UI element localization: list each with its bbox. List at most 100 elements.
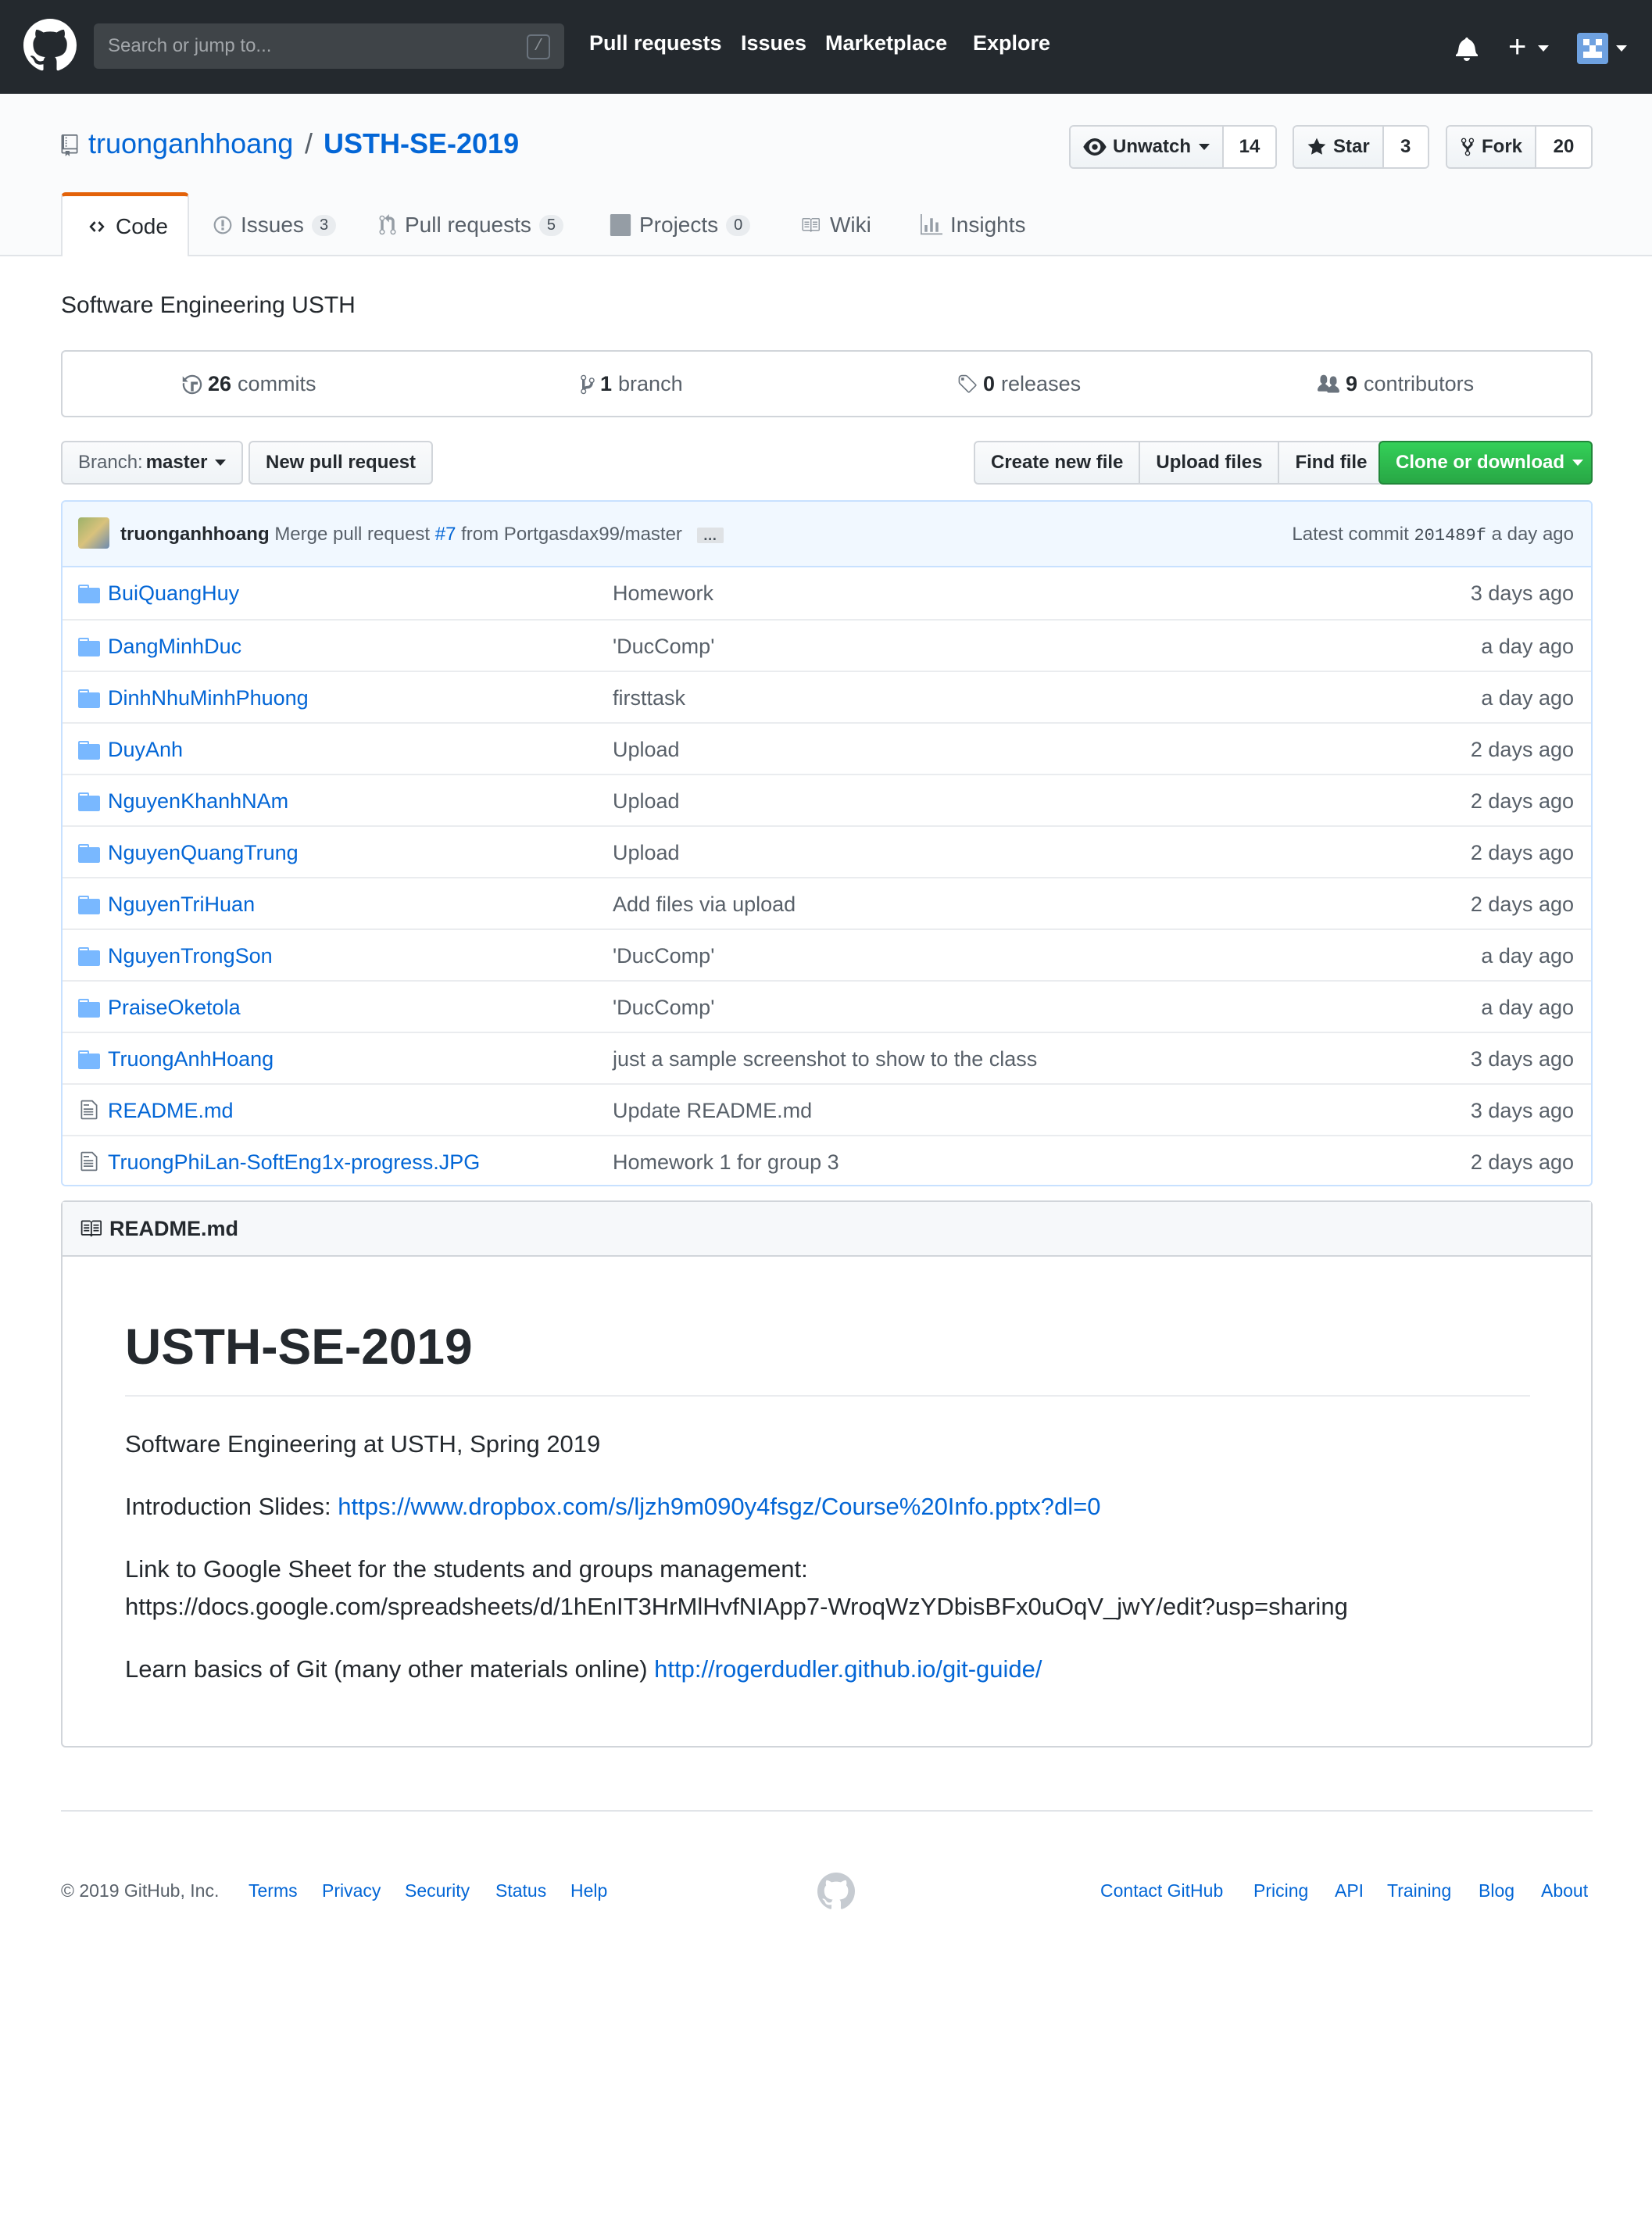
file-commit-message[interactable]: Upload [613, 841, 680, 865]
tab-issues[interactable]: Issues 3 [213, 194, 337, 256]
tab-code[interactable]: Code [61, 192, 189, 256]
commit-expand-button[interactable]: … [696, 527, 724, 543]
file-commit-message[interactable]: just a sample screenshot to show to the … [613, 1047, 1037, 1071]
file-commit-message[interactable]: 'DucComp' [613, 635, 714, 659]
file-commit-message[interactable]: Homework [613, 581, 713, 606]
file-name-link[interactable]: PraiseOketola [108, 996, 241, 1020]
file-name-link[interactable]: NguyenTrongSon [108, 944, 273, 968]
file-name-link[interactable]: NguyenQuangTrung [108, 841, 299, 865]
file-commit-message[interactable]: 'DucComp' [613, 996, 714, 1020]
commit-age: a day ago [1491, 524, 1574, 545]
branch-select-button[interactable]: Branch: master [61, 441, 244, 485]
readme-git-text: Learn basics of Git (many other material… [125, 1655, 648, 1683]
commit-pr-link[interactable]: #7 [435, 524, 456, 545]
file-commit-message[interactable]: Upload [613, 789, 680, 814]
file-commit-message[interactable]: Add files via upload [613, 893, 796, 917]
tab-projects[interactable]: Projects 0 [610, 194, 751, 256]
footer-link-training[interactable]: Training [1387, 1880, 1451, 1901]
footer-link-contact[interactable]: Contact GitHub [1100, 1880, 1223, 1901]
file-name-link[interactable]: NguyenKhanhNAm [108, 789, 288, 814]
branch-summary-link[interactable]: 1 branch [580, 372, 683, 396]
file-commit-message[interactable]: firsttask [613, 686, 685, 710]
file-age: 2 days ago [1470, 1150, 1574, 1174]
file-name-link[interactable]: DinhNhuMinhPhuong [108, 686, 309, 710]
upload-files-button[interactable]: Upload files [1140, 442, 1280, 483]
readme-sheet-link[interactable]: https://docs.google.com/spreadsheets/d/1… [125, 1593, 1348, 1621]
footer-link-about[interactable]: About [1541, 1880, 1588, 1901]
create-new-plus-icon[interactable]: + [1508, 31, 1526, 63]
file-row: TruongAnhHoang just a sample screenshot t… [63, 1032, 1591, 1083]
star-count[interactable]: 3 [1383, 127, 1428, 167]
file-commit-message[interactable]: 'DucComp' [613, 944, 714, 968]
contributors-summary-link[interactable]: 9 contributors [1316, 372, 1474, 396]
nav-marketplace[interactable]: Marketplace [825, 31, 947, 55]
file-name-link[interactable]: BuiQuangHuy [108, 581, 239, 606]
watch-count[interactable]: 14 [1224, 127, 1276, 167]
find-file-button[interactable]: Find file [1279, 442, 1382, 483]
notifications-bell-icon[interactable] [1455, 36, 1479, 61]
footer-link-blog[interactable]: Blog [1479, 1880, 1514, 1901]
commits-count: 26 [208, 372, 232, 395]
tab-wiki[interactable]: Wiki [799, 194, 871, 256]
file-commit-message[interactable]: Update README.md [613, 1099, 812, 1123]
footer-link-privacy[interactable]: Privacy [322, 1880, 381, 1901]
file-name-link[interactable]: DangMinhDuc [108, 635, 241, 659]
fork-button[interactable]: Fork [1447, 127, 1537, 167]
user-menu-caret-icon[interactable] [1616, 45, 1627, 52]
search-shortcut-hint: / [527, 34, 550, 59]
file-name-link[interactable]: DuyAnh [108, 738, 183, 762]
clone-or-download-button[interactable]: Clone or download [1378, 441, 1593, 485]
footer-link-terms[interactable]: Terms [249, 1880, 298, 1901]
search-box[interactable]: / [94, 23, 564, 69]
new-pull-request-button[interactable]: New pull request [249, 441, 434, 485]
folder-icon [78, 896, 100, 920]
file-row: README.md Update README.md 3 days ago [63, 1083, 1591, 1135]
tab-pull-requests-label: Pull requests [405, 213, 531, 237]
footer-link-security[interactable]: Security [405, 1880, 470, 1901]
footer-link-pricing[interactable]: Pricing [1253, 1880, 1308, 1901]
fork-count[interactable]: 20 [1536, 127, 1592, 167]
numbers-summary: 26 commits 1 branch 0 releases 9 contrib… [61, 350, 1593, 417]
commit-message-line: truonganhhoang Merge pull request #7 fro… [120, 524, 724, 546]
file-name-link[interactable]: NguyenTriHuan [108, 893, 255, 917]
tab-pull-requests[interactable]: Pull requests 5 [378, 194, 563, 256]
footer-divider [61, 1810, 1593, 1812]
create-new-caret-icon[interactable] [1538, 45, 1549, 52]
file-commit-message[interactable]: Upload [613, 738, 680, 762]
commits-summary-link[interactable]: 26 commits [181, 372, 316, 396]
nav-pull-requests[interactable]: Pull requests [589, 31, 722, 55]
file-age: a day ago [1481, 996, 1574, 1019]
footer-link-status[interactable]: Status [495, 1880, 546, 1901]
file-name-link[interactable]: TruongPhiLan-SoftEng1x-progress.JPG [108, 1150, 480, 1175]
commit-sha-link[interactable]: 201489f [1414, 526, 1486, 546]
commit-message-suffix[interactable]: from Portgasdax99/master [461, 524, 682, 545]
user-avatar[interactable] [1577, 33, 1608, 64]
global-header: / Pull requests Issues Marketplace Explo… [0, 0, 1652, 94]
footer-link-help[interactable]: Help [570, 1880, 607, 1901]
footer-link-api[interactable]: API [1335, 1880, 1364, 1901]
file-name-link[interactable]: TruongAnhHoang [108, 1047, 274, 1071]
commit-author[interactable]: truonganhhoang [120, 524, 270, 545]
commit-message-prefix[interactable]: Merge pull request [274, 524, 430, 545]
readme-git-guide-link[interactable]: http://rogerdudler.github.io/git-guide/ [654, 1655, 1042, 1683]
file-icon [80, 1150, 98, 1178]
nav-explore[interactable]: Explore [973, 31, 1050, 55]
search-input[interactable] [94, 23, 564, 69]
file-name-link[interactable]: README.md [108, 1099, 234, 1123]
commit-author-avatar[interactable] [78, 517, 109, 549]
tab-insights[interactable]: Insights [921, 194, 1026, 256]
create-new-file-button[interactable]: Create new file [975, 442, 1141, 483]
readme-header: README.md [63, 1202, 1591, 1257]
readme-slides-link[interactable]: https://www.dropbox.com/s/ljzh9m090y4fsg… [338, 1493, 1100, 1520]
star-button[interactable]: Star [1294, 127, 1384, 167]
nav-issues[interactable]: Issues [741, 31, 806, 55]
releases-count: 0 [983, 372, 996, 395]
branch-label: branch [618, 372, 683, 395]
file-commit-message[interactable]: Homework 1 for group 3 [613, 1150, 839, 1175]
unwatch-button[interactable]: Unwatch [1071, 127, 1225, 167]
releases-summary-link[interactable]: 0 releases [957, 372, 1081, 396]
github-logo-icon[interactable] [23, 19, 77, 72]
repo-owner-link[interactable]: truonganhhoang [88, 127, 293, 160]
github-mark-icon[interactable] [817, 1873, 855, 1910]
repo-name-link[interactable]: USTH-SE-2019 [324, 127, 519, 160]
